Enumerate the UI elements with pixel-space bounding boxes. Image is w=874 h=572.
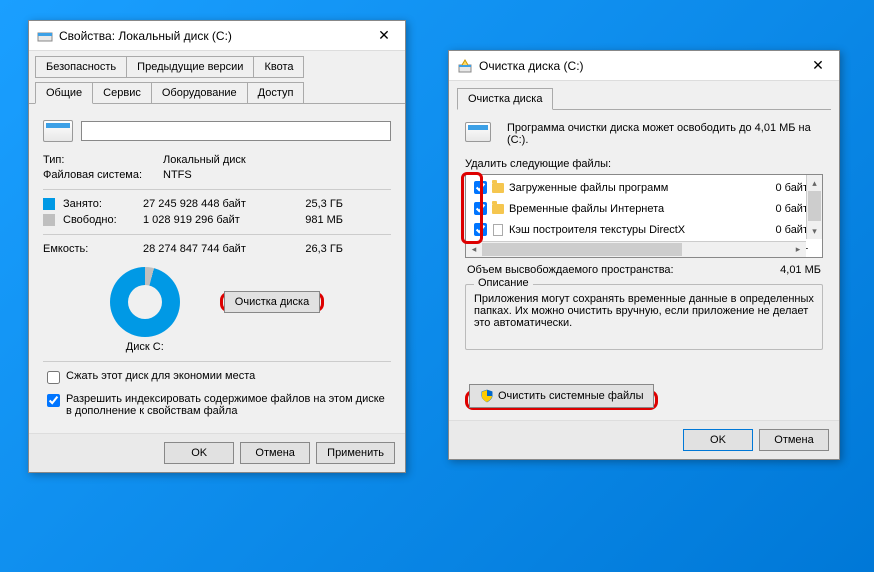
clean-system-files-label: Очистить системные файлы [498, 390, 643, 402]
tab-row-2: Общие Сервис Оборудование Доступ [29, 77, 405, 104]
used-space-row: Занято: 27 245 928 448 байт 25,3 ГБ [43, 198, 391, 210]
free-label: Свободно: [63, 214, 143, 226]
filesystem-value: NTFS [163, 169, 391, 181]
scroll-thumb[interactable] [482, 243, 682, 256]
tab-service[interactable]: Сервис [92, 82, 152, 104]
free-space-value: 4,01 МБ [780, 264, 821, 276]
tab-general[interactable]: Общие [35, 82, 93, 104]
ok-button[interactable]: OK [164, 442, 234, 464]
index-label[interactable]: Разрешить индексировать содержимое файло… [66, 393, 391, 417]
capacity-row: Емкость: 28 274 847 744 байт 26,3 ГБ [43, 243, 391, 255]
file-checkbox[interactable] [474, 202, 487, 215]
usage-pie-chart [110, 267, 180, 337]
file-list[interactable]: Загруженные файлы программ0 байтВременны… [465, 174, 823, 258]
cancel-button[interactable]: Отмена [240, 442, 310, 464]
drive-large-icon [43, 120, 73, 142]
separator [43, 234, 391, 235]
disk-cleanup-button[interactable]: Очистка диска [224, 291, 320, 313]
disk-properties-window: Свойства: Локальный диск (C:) ✕ Безопасн… [28, 20, 406, 473]
window-title: Очистка диска (C:) [479, 59, 805, 73]
file-row[interactable]: Загруженные файлы программ0 байт [468, 177, 820, 198]
scroll-down-icon[interactable]: ▾ [807, 223, 822, 239]
index-checkbox[interactable] [47, 394, 60, 407]
dialog-buttons: OK Отмена [449, 420, 839, 459]
free-space-label: Объем высвобождаемого пространства: [467, 264, 674, 276]
compress-checkbox[interactable] [47, 371, 60, 384]
used-label: Занято: [63, 198, 143, 210]
disk-cleanup-window: Очистка диска (C:) ✕ Очистка диска Прогр… [448, 50, 840, 460]
folder-icon [491, 202, 505, 216]
folder-icon [491, 181, 505, 195]
cleanup-icon [457, 58, 473, 74]
used-gb: 25,3 ГБ [283, 198, 343, 210]
tab-quota[interactable]: Квота [253, 56, 304, 78]
tab-security[interactable]: Безопасность [35, 56, 127, 78]
free-space-row: Свободно: 1 028 919 296 байт 981 МБ [43, 214, 391, 226]
dialog-buttons: OK Отмена Применить [29, 433, 405, 472]
capacity-label: Емкость: [43, 243, 143, 255]
clean-system-files-button[interactable]: Очистить системные файлы [469, 384, 654, 408]
tab-cleanup[interactable]: Очистка диска [457, 88, 553, 110]
vertical-scrollbar[interactable]: ▴ ▾ [806, 175, 822, 239]
free-bytes: 1 028 919 296 байт [143, 214, 283, 226]
file-checkbox[interactable] [474, 181, 487, 194]
file-name: Временные файлы Интернета [509, 203, 763, 215]
description-box: Описание Приложения могут сохранять врем… [465, 284, 823, 350]
window-title: Свойства: Локальный диск (C:) [59, 29, 371, 43]
drive-label-input[interactable] [81, 121, 391, 141]
tab-sharing[interactable]: Доступ [247, 82, 305, 104]
type-row: Тип: Локальный диск [43, 154, 391, 166]
tab-hardware[interactable]: Оборудование [151, 82, 248, 104]
close-icon[interactable]: ✕ [805, 53, 831, 79]
scroll-up-icon[interactable]: ▴ [807, 175, 822, 191]
file-row[interactable]: Кэш построителя текстуры DirectX0 байт [468, 219, 820, 240]
file-name: Загруженные файлы программ [509, 182, 763, 194]
type-value: Локальный диск [163, 154, 391, 166]
shield-icon [480, 389, 494, 403]
free-gb: 981 МБ [283, 214, 343, 226]
properties-content: Тип: Локальный диск Файловая система: NT… [29, 104, 405, 433]
used-swatch [43, 198, 55, 210]
free-space-row: Объем высвобождаемого пространства: 4,01… [467, 264, 821, 276]
capacity-bytes: 28 274 847 744 байт [143, 243, 283, 255]
description-title: Описание [474, 277, 533, 289]
cleanup-content: Программа очистки диска может освободить… [449, 110, 839, 420]
scroll-right-icon[interactable]: ▸ [790, 242, 806, 257]
apply-button[interactable]: Применить [316, 442, 395, 464]
filesystem-row: Файловая система: NTFS [43, 169, 391, 181]
delete-files-label: Удалить следующие файлы: [465, 158, 823, 170]
compress-label[interactable]: Сжать этот диск для экономии места [66, 370, 255, 382]
used-bytes: 27 245 928 448 байт [143, 198, 283, 210]
info-text: Программа очистки диска может освободить… [507, 122, 823, 146]
cancel-button[interactable]: Отмена [759, 429, 829, 451]
file-name: Кэш построителя текстуры DirectX [509, 224, 763, 236]
pie-label: Диск C: [126, 341, 164, 353]
horizontal-scrollbar[interactable]: ◂ ▸ [466, 241, 806, 257]
separator [43, 361, 391, 362]
drive-icon [37, 28, 53, 44]
separator [43, 189, 391, 190]
filesystem-label: Файловая система: [43, 169, 163, 181]
scroll-left-icon[interactable]: ◂ [466, 242, 482, 257]
drive-icon [465, 122, 491, 142]
free-swatch [43, 214, 55, 226]
type-label: Тип: [43, 154, 163, 166]
ok-button[interactable]: OK [683, 429, 753, 451]
titlebar[interactable]: Очистка диска (C:) ✕ [449, 51, 839, 81]
scroll-thumb[interactable] [808, 191, 821, 221]
tab-previous-versions[interactable]: Предыдущие версии [126, 56, 254, 78]
file-icon [491, 223, 505, 237]
file-row[interactable]: Временные файлы Интернета0 байт [468, 198, 820, 219]
description-text: Приложения могут сохранять временные дан… [474, 293, 814, 341]
file-checkbox[interactable] [474, 223, 487, 236]
close-icon[interactable]: ✕ [371, 23, 397, 49]
capacity-gb: 26,3 ГБ [283, 243, 343, 255]
titlebar[interactable]: Свойства: Локальный диск (C:) ✕ [29, 21, 405, 51]
tab-row-1: Безопасность Предыдущие версии Квота [29, 51, 405, 78]
